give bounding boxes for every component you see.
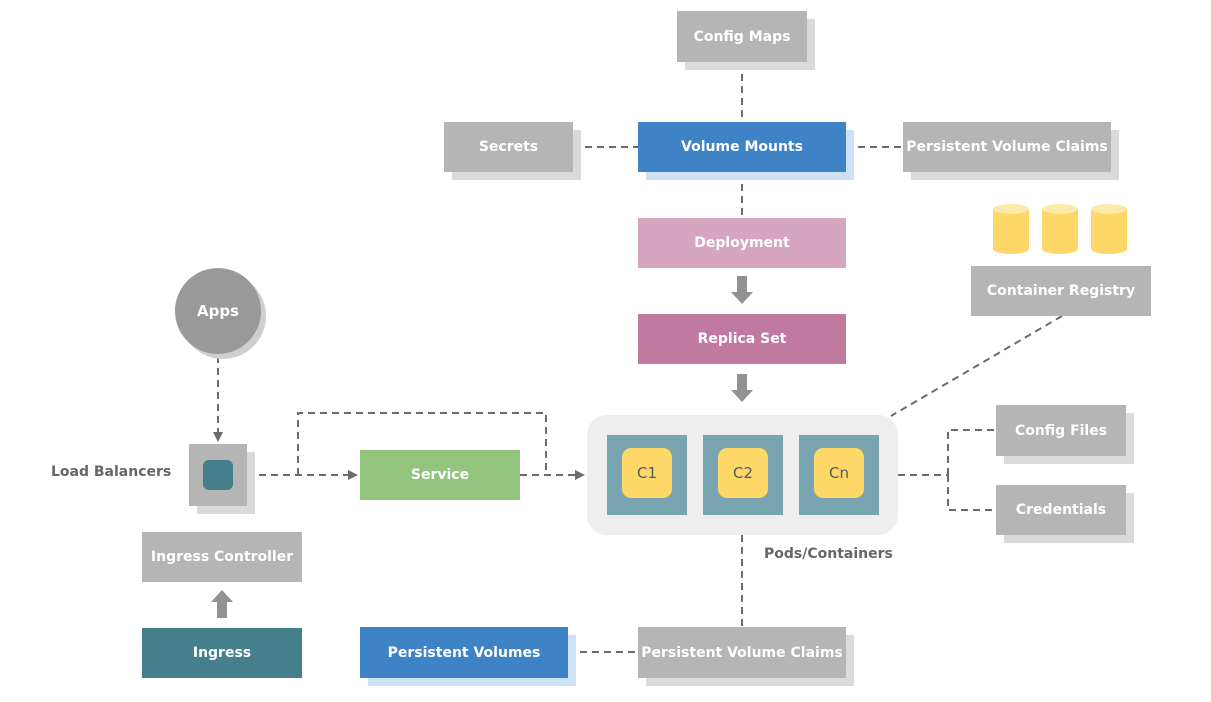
edge-pods-configfiles	[947, 429, 996, 475]
config-maps-node[interactable]: Config Maps	[677, 11, 807, 62]
ingress-controller-node[interactable]: Ingress Controller	[142, 532, 302, 582]
secrets-node[interactable]: Secrets	[444, 122, 573, 172]
service-node[interactable]: Service	[360, 450, 520, 500]
pvc-bottom-node[interactable]: Persistent Volume Claims	[638, 627, 846, 678]
credentials-node[interactable]: Credentials	[996, 485, 1126, 535]
container-c2[interactable]: C2	[718, 448, 768, 498]
edge-pods-credentials	[947, 475, 996, 511]
database-icon	[1042, 204, 1078, 254]
registry-images	[993, 204, 1127, 254]
apps-label: Apps	[196, 302, 239, 320]
persistent-volumes-node[interactable]: Persistent Volumes	[360, 627, 568, 678]
load-balancers-label: Load Balancers	[51, 464, 172, 480]
volume-mounts-node[interactable]: Volume Mounts	[638, 122, 846, 172]
pods-containers-label: Pods/Containers	[764, 546, 893, 562]
database-icon	[1091, 204, 1127, 254]
pod[interactable]: Cn	[799, 435, 879, 515]
load-balancer-icon	[203, 460, 233, 490]
arrow-ingress-controller	[211, 590, 233, 618]
deployment-node[interactable]: Deployment	[638, 218, 846, 268]
config-files-node[interactable]: Config Files	[996, 405, 1126, 456]
container-cn[interactable]: Cn	[814, 448, 864, 498]
arrow-replicaset-pods	[731, 374, 753, 402]
pvc-top-node[interactable]: Persistent Volume Claims	[903, 122, 1111, 172]
pod[interactable]: C1	[607, 435, 687, 515]
database-icon	[993, 204, 1029, 254]
container-registry-node[interactable]: Container Registry	[971, 266, 1151, 316]
arrow-deployment-replicaset	[731, 276, 753, 304]
ingress-node[interactable]: Ingress	[142, 628, 302, 678]
container-c1[interactable]: C1	[622, 448, 672, 498]
connectors-layer	[211, 62, 1127, 653]
pod[interactable]: C2	[703, 435, 783, 515]
edge-registry-pods	[890, 315, 1063, 417]
replica-set-node[interactable]: Replica Set	[638, 314, 846, 364]
apps-node[interactable]: Apps	[175, 268, 261, 354]
